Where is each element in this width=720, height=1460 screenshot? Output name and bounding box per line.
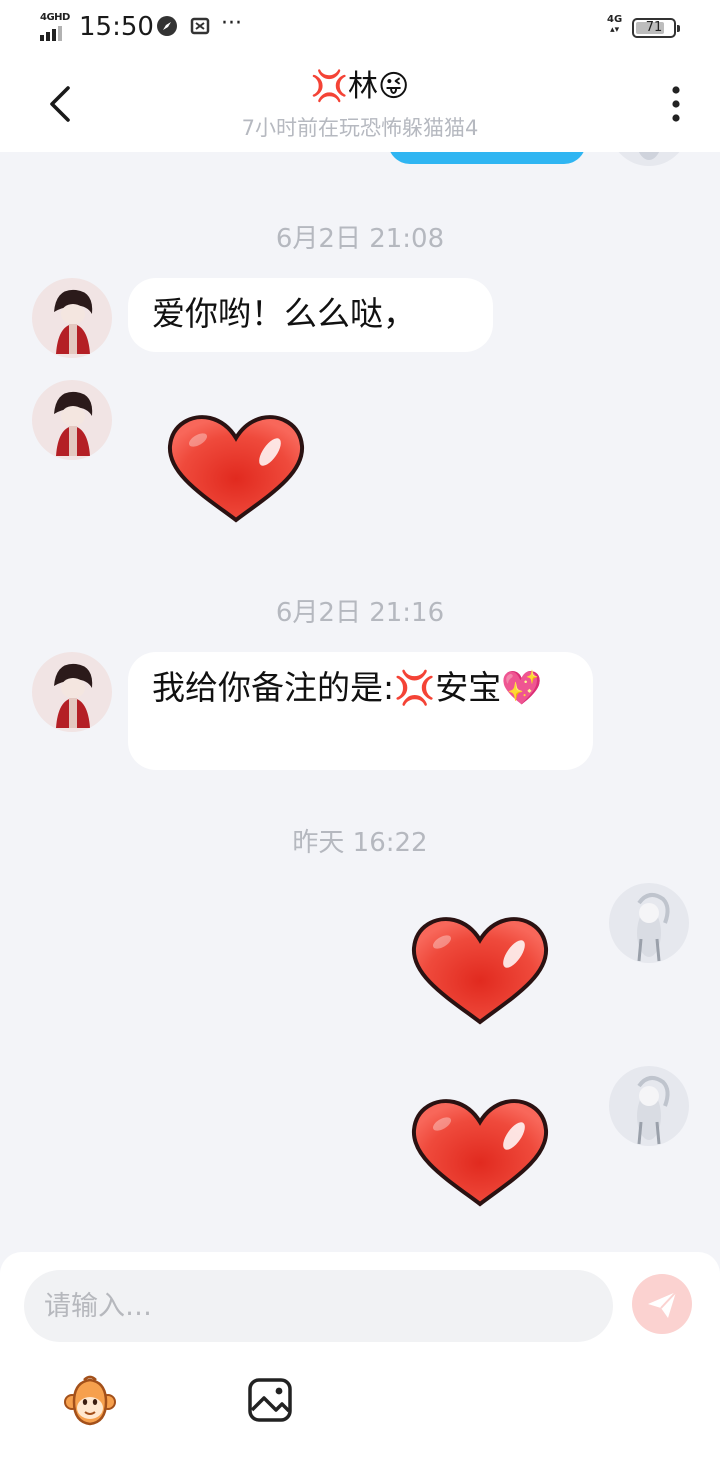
heart-sticker[interactable] bbox=[164, 412, 308, 528]
contact-name: 💢林😜 bbox=[310, 69, 410, 104]
my-avatar[interactable] bbox=[609, 883, 689, 963]
contact-status: 7小时前在玩恐怖躲猫猫4 bbox=[241, 116, 479, 140]
message-input-wrapper[interactable] bbox=[24, 1270, 613, 1342]
signal-indicator: 4GHD bbox=[40, 12, 70, 41]
message-timestamp: 昨天 16:22 bbox=[292, 828, 428, 858]
send-button[interactable] bbox=[632, 1274, 692, 1334]
chat-header: 💢林😜 7小时前在玩恐怖躲猫猫4 bbox=[0, 56, 720, 152]
message-input[interactable] bbox=[24, 1270, 613, 1342]
status-time: 15:50 bbox=[79, 12, 154, 42]
sticker-button[interactable] bbox=[62, 1372, 118, 1428]
contact-avatar[interactable] bbox=[32, 652, 112, 732]
signal-bars-icon bbox=[40, 26, 62, 41]
image-icon bbox=[248, 1378, 292, 1422]
monkey-sticker-icon bbox=[64, 1375, 116, 1426]
message-list[interactable]: 6月2日 21:08 爱你哟！么么哒， 6月2日 21:16 我给你备注的是:💢… bbox=[0, 152, 720, 1252]
send-icon bbox=[648, 1291, 677, 1318]
more-vertical-icon bbox=[672, 86, 680, 122]
message-bubble[interactable]: 我给你备注的是:💢安宝💖 bbox=[128, 652, 593, 770]
message-bubble[interactable]: 爱你哟！么么哒， bbox=[128, 278, 493, 352]
heart-sticker[interactable] bbox=[408, 914, 552, 1030]
image-button[interactable] bbox=[242, 1372, 298, 1428]
data-indicator: 4G ▴▾ bbox=[607, 14, 623, 35]
heart-sticker[interactable] bbox=[408, 1096, 552, 1212]
status-bar: 4GHD 15:50 ··· 4G ▴▾ 71 bbox=[0, 0, 720, 56]
my-avatar[interactable] bbox=[609, 1066, 689, 1146]
message-timestamp: 6月2日 21:16 bbox=[275, 598, 445, 628]
network-type-label: 4GHD bbox=[40, 12, 70, 23]
message-text: 爱你哟！么么哒， bbox=[152, 294, 416, 333]
previous-message-bubble bbox=[388, 152, 586, 164]
battery-icon: 71 bbox=[632, 18, 680, 38]
compass-icon bbox=[156, 15, 178, 42]
contact-avatar[interactable] bbox=[32, 380, 112, 460]
message-composer bbox=[0, 1252, 720, 1460]
contact-avatar[interactable] bbox=[32, 278, 112, 358]
message-text: 我给你备注的是:💢安宝💖 bbox=[152, 668, 543, 707]
more-notifications-icon: ··· bbox=[221, 11, 242, 36]
screenshot-icon bbox=[190, 15, 212, 42]
message-timestamp: 6月2日 21:08 bbox=[275, 224, 445, 254]
more-button[interactable] bbox=[662, 82, 690, 126]
data-type-label: 4G bbox=[607, 14, 623, 25]
battery-level: 71 bbox=[645, 20, 663, 35]
my-avatar[interactable] bbox=[609, 152, 689, 166]
